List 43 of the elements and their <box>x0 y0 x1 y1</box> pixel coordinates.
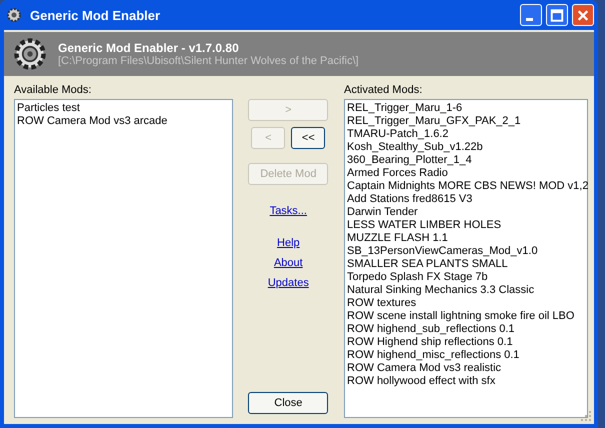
list-item[interactable]: SB_13PersonViewCameras_Mod_v1.0 <box>347 245 585 258</box>
list-item[interactable]: Darwin Tender <box>347 206 585 219</box>
close-dialog-button[interactable]: Close <box>248 392 328 414</box>
list-item[interactable]: ROW highend_sub_reflections 0.1 <box>347 323 585 336</box>
link[interactable]: Tasks... <box>270 205 307 217</box>
list-item[interactable]: Kosh_Stealthy_Sub_v1.22b <box>347 141 585 154</box>
maximize-button[interactable] <box>546 4 568 26</box>
app-title: Generic Mod Enabler - v1.7.0.80 <box>58 41 240 55</box>
minimize-button[interactable] <box>520 4 542 26</box>
available-mods-list[interactable]: Particles test ROW Camera Mod vs3 arcade <box>14 99 233 418</box>
list-item[interactable]: ROW highend_misc_reflections 0.1 <box>347 349 585 362</box>
window-title: Generic Mod Enabler <box>30 8 160 22</box>
install-path: [C:\Program Files\Ubisoft\Silent Hunter Wolves of the Pacific\] <box>58 55 359 67</box>
minimize-icon <box>526 18 532 21</box>
list-item[interactable]: ROW Camera Mod vs3 realistic <box>347 362 585 375</box>
list-label: Available Mods: <box>14 84 92 96</box>
gear-icon <box>6 7 22 23</box>
list-item[interactable]: TMARU-Patch_1.6.2 <box>347 128 585 141</box>
activated-mods-list[interactable] <box>344 99 588 418</box>
list-item[interactable]: Particles test <box>17 102 230 115</box>
list-item[interactable]: ROW Camera Mod vs3 arcade <box>17 115 230 128</box>
link[interactable]: Help <box>277 237 300 249</box>
list-item[interactable]: LESS WATER LIMBER HOLES <box>347 219 585 232</box>
remove-all-button[interactable]: << <box>291 127 326 149</box>
list-item[interactable]: MUZZLE FLASH 1.1 <box>347 232 585 245</box>
list-item[interactable]: REL_Trigger_Maru_GFX_PAK_2_1 <box>347 115 585 128</box>
resize-grip-icon[interactable] <box>580 410 592 422</box>
list-item[interactable]: Armed Forces Radio <box>347 167 585 180</box>
link[interactable]: About <box>274 257 303 269</box>
list-item[interactable]: SMALLER SEA PLANTS SMALL <box>347 258 585 271</box>
link[interactable]: Updates <box>268 277 309 289</box>
list-item[interactable]: ROW hollywood effect with sfx <box>347 375 585 388</box>
list-item[interactable]: Natural Sinking Mechanics 3.3 Classic <box>347 284 585 297</box>
list-item[interactable]: 360_Bearing_Plotter_1_4 <box>347 154 585 167</box>
list-item[interactable]: ROW textures <box>347 297 585 310</box>
list-label: Activated Mods: <box>344 84 424 96</box>
list-item[interactable]: REL_Trigger_Maru_1-6 <box>347 102 585 115</box>
gear-icon <box>12 36 48 72</box>
list-item[interactable]: Torpedo Splash FX Stage 7b <box>347 271 585 284</box>
list-item[interactable]: ROW Highend ship reflections 0.1 <box>347 336 585 349</box>
list-item[interactable]: Add Stations fred8615 V3 <box>347 193 585 206</box>
list-item[interactable]: ROW scene install lightning smoke fire oil LBO <box>347 310 585 323</box>
close-button[interactable] <box>572 4 594 26</box>
